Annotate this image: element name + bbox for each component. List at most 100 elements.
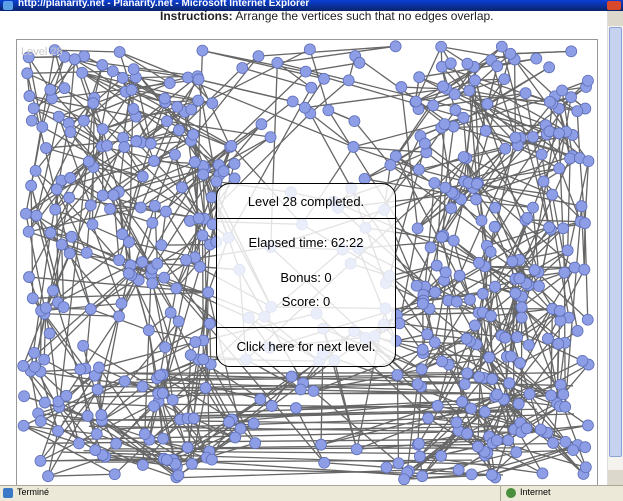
graph-vertex[interactable] [522,212,533,223]
graph-vertex[interactable] [472,441,483,452]
graph-vertex[interactable] [505,48,516,59]
graph-vertex[interactable] [319,457,330,468]
graph-vertex[interactable] [432,400,443,411]
graph-vertex[interactable] [544,96,555,107]
graph-vertex[interactable] [582,314,593,325]
graph-vertex[interactable] [171,283,182,294]
graph-vertex[interactable] [474,371,485,382]
graph-vertex[interactable] [485,311,496,322]
graph-vertex[interactable] [149,200,160,211]
graph-vertex[interactable] [560,401,571,412]
graph-vertex[interactable] [503,435,514,446]
graph-vertex[interactable] [569,262,580,273]
graph-vertex[interactable] [562,245,573,256]
graph-vertex[interactable] [256,119,267,130]
graph-vertex[interactable] [114,47,125,58]
graph-vertex[interactable] [299,102,310,113]
graph-vertex[interactable] [152,258,163,269]
graph-vertex[interactable] [542,333,553,344]
graph-vertex[interactable] [218,166,229,177]
graph-vertex[interactable] [24,91,35,102]
graph-vertex[interactable] [137,381,148,392]
graph-vertex[interactable] [304,44,315,55]
graph-vertex[interactable] [203,287,214,298]
graph-vertex[interactable] [445,58,456,69]
graph-vertex[interactable] [583,156,594,167]
graph-vertex[interactable] [566,46,577,57]
graph-vertex[interactable] [486,469,497,480]
graph-vertex[interactable] [500,332,511,343]
graph-vertex[interactable] [37,121,48,132]
graph-vertex[interactable] [544,126,555,137]
graph-vertex[interactable] [416,364,427,375]
scroll-down-button[interactable] [608,470,623,485]
graph-vertex[interactable] [553,128,564,139]
graph-vertex[interactable] [123,237,134,248]
graph-vertex[interactable] [148,401,159,412]
graph-vertex[interactable] [458,152,469,163]
graph-vertex[interactable] [114,311,125,322]
graph-vertex[interactable] [197,45,208,56]
graph-vertex[interactable] [448,235,459,246]
graph-vertex[interactable] [286,371,297,382]
graph-vertex[interactable] [82,411,93,422]
graph-vertex[interactable] [149,156,160,167]
graph-vertex[interactable] [510,288,521,299]
graph-vertex[interactable] [479,406,490,417]
graph-vertex[interactable] [198,169,209,180]
graph-vertex[interactable] [143,325,154,336]
graph-vertex[interactable] [437,356,448,367]
graph-vertex[interactable] [128,103,139,114]
graph-vertex[interactable] [248,418,259,429]
graph-vertex[interactable] [87,219,98,230]
graph-vertex[interactable] [451,417,462,428]
graph-vertex[interactable] [224,416,235,427]
graph-vertex[interactable] [159,93,170,104]
graph-vertex[interactable] [64,192,75,203]
graph-vertex[interactable] [577,355,588,366]
graph-vertex[interactable] [73,438,84,449]
graph-vertex[interactable] [431,260,442,271]
graph-vertex[interactable] [108,190,119,201]
graph-vertex[interactable] [18,420,29,431]
graph-vertex[interactable] [464,85,475,96]
graph-vertex[interactable] [579,218,590,229]
graph-vertex[interactable] [558,223,569,234]
graph-vertex[interactable] [548,437,559,448]
graph-vertex[interactable] [487,374,498,385]
graph-vertex[interactable] [422,329,433,340]
graph-vertex[interactable] [22,68,33,79]
graph-vertex[interactable] [45,227,56,238]
graph-vertex[interactable] [451,296,462,307]
graph-vertex[interactable] [489,221,500,232]
graph-vertex[interactable] [59,83,70,94]
graph-vertex[interactable] [167,394,178,405]
graph-vertex[interactable] [354,57,365,68]
graph-vertex[interactable] [538,176,549,187]
graph-vertex[interactable] [505,351,516,362]
graph-vertex[interactable] [492,389,503,400]
graph-vertex[interactable] [69,54,80,65]
graph-vertex[interactable] [40,303,51,314]
graph-vertex[interactable] [75,364,86,375]
scroll-up-button[interactable] [608,11,623,26]
graph-vertex[interactable] [582,75,593,86]
graph-vertex[interactable] [65,127,76,138]
graph-vertex[interactable] [114,255,125,266]
graph-vertex[interactable] [226,140,237,151]
graph-vertex[interactable] [462,368,473,379]
graph-vertex[interactable] [351,444,362,455]
graph-vertex[interactable] [161,116,172,127]
graph-vertex[interactable] [318,73,329,84]
graph-vertex[interactable] [53,425,64,436]
graph-vertex[interactable] [529,265,540,276]
graph-vertex[interactable] [514,273,525,284]
graph-vertex[interactable] [158,433,169,444]
graph-vertex[interactable] [230,432,241,443]
graph-vertex[interactable] [558,389,569,400]
next-level-button[interactable]: Click here for next level. [217,339,395,354]
graph-vertex[interactable] [399,474,410,485]
graph-vertex[interactable] [30,165,41,176]
graph-vertex[interactable] [471,178,482,189]
graph-vertex[interactable] [105,203,116,214]
